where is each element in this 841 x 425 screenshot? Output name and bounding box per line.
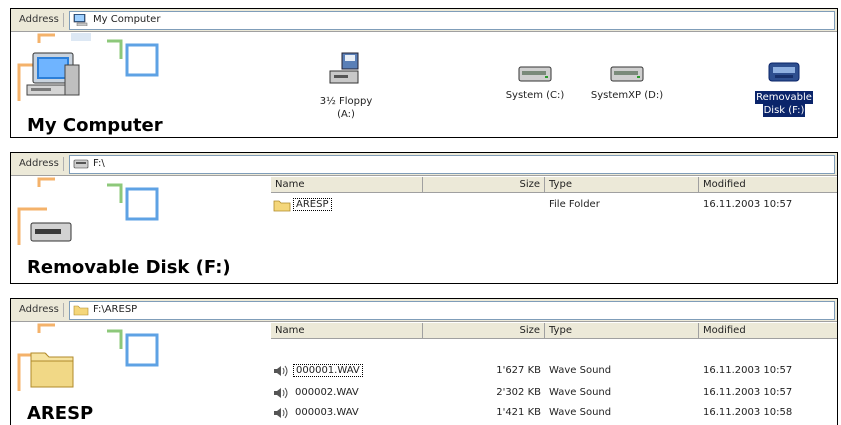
- hard-drive-icon: [610, 66, 644, 82]
- file-size: 1'627 KB: [496, 365, 541, 376]
- file-name: 000003.WAV: [295, 407, 359, 418]
- folder-icon: [73, 305, 89, 316]
- wave-sound-icon: [274, 365, 288, 377]
- column-header-modified[interactable]: Modified: [699, 177, 837, 192]
- file-size: 1'421 KB: [496, 407, 541, 418]
- list-item[interactable]: 000001.WAV 1'627 KB Wave Sound 16.11.200…: [271, 363, 837, 378]
- file-type: Wave Sound: [549, 407, 612, 418]
- drive-label: 3½ Floppy: [319, 96, 373, 107]
- column-header-name[interactable]: Name: [271, 323, 423, 338]
- floppy-drive-icon: [329, 52, 359, 84]
- wave-sound-icon: [274, 407, 288, 419]
- column-header-type[interactable]: Type: [545, 323, 699, 338]
- page-title: Removable Disk (F:): [27, 257, 231, 278]
- drive-letter: Disk (F:): [762, 104, 806, 117]
- address-field[interactable]: My Computer: [69, 11, 835, 30]
- folder-icon: [273, 200, 291, 212]
- drive-floppy-a[interactable]: 3½ Floppy (A:): [301, 51, 391, 121]
- removable-disk-window: Address F:\ Removable Disk (F:) Name Siz…: [10, 152, 838, 284]
- address-value: F:\: [93, 158, 105, 169]
- column-header-size[interactable]: Size: [423, 177, 545, 192]
- my-computer-icon: [73, 14, 88, 26]
- drive-system-c[interactable]: System (C:): [495, 63, 575, 102]
- wave-sound-icon: [274, 387, 288, 399]
- column-header-size[interactable]: Size: [423, 323, 545, 338]
- column-header-modified[interactable]: Modified: [699, 323, 837, 338]
- list-item[interactable]: 000002.WAV 2'302 KB Wave Sound 16.11.200…: [271, 385, 837, 400]
- address-bar: Address My Computer: [11, 9, 837, 32]
- page-title: ARESP: [27, 403, 94, 424]
- file-type: Wave Sound: [549, 365, 612, 376]
- address-label: Address: [15, 157, 64, 171]
- drive-label: System (C:): [505, 90, 565, 101]
- address-bar: Address F:\ARESP: [11, 299, 837, 322]
- column-header-bar: Name Size Type Modified: [271, 177, 837, 193]
- column-header-type[interactable]: Type: [545, 177, 699, 192]
- address-field[interactable]: F:\ARESP: [69, 301, 835, 320]
- file-type: Wave Sound: [549, 387, 612, 398]
- file-name: 000001.WAV: [293, 364, 363, 377]
- address-label: Address: [15, 13, 64, 27]
- list-item[interactable]: 000003.WAV 1'421 KB Wave Sound 16.11.200…: [271, 405, 837, 420]
- folder-large-icon: [30, 352, 74, 388]
- column-header-bar: Name Size Type Modified: [271, 323, 837, 339]
- drive-letter: (A:): [337, 109, 355, 120]
- drive-removable-f[interactable]: Removable Disk (F:): [751, 57, 817, 117]
- hard-drive-icon: [518, 66, 552, 82]
- drive-label: SystemXP (D:): [590, 90, 664, 101]
- address-field[interactable]: F:\: [69, 155, 835, 174]
- removable-disk-icon: [768, 62, 800, 82]
- my-computer-large-icon: [26, 52, 80, 96]
- page-title: My Computer: [27, 115, 163, 136]
- drive-systemxp-d[interactable]: SystemXP (D:): [581, 63, 673, 102]
- aresp-window: Address F:\ARESP ARESP Name Size Type Mo…: [10, 298, 838, 425]
- address-value: My Computer: [93, 14, 161, 25]
- my-computer-window: Address My Computer My Computer 3½ Flopp…: [10, 8, 838, 138]
- file-modified: 16.11.2003 10:57: [703, 387, 793, 398]
- file-modified: 16.11.2003 10:58: [703, 407, 793, 418]
- drive-label: Removable: [755, 91, 813, 104]
- column-header-name[interactable]: Name: [271, 177, 423, 192]
- address-bar: Address F:\: [11, 153, 837, 176]
- file-name: ARESP: [293, 198, 332, 211]
- file-name: 000002.WAV: [295, 387, 359, 398]
- removable-disk-icon: [73, 159, 89, 169]
- file-size: 2'302 KB: [496, 387, 541, 398]
- address-value: F:\ARESP: [93, 304, 138, 315]
- address-label: Address: [15, 303, 64, 317]
- file-modified: 16.11.2003 10:57: [703, 199, 793, 210]
- file-modified: 16.11.2003 10:57: [703, 365, 793, 376]
- removable-disk-large-icon: [30, 222, 72, 242]
- file-type: File Folder: [549, 199, 600, 210]
- list-item[interactable]: ARESP File Folder 16.11.2003 10:57: [271, 197, 837, 212]
